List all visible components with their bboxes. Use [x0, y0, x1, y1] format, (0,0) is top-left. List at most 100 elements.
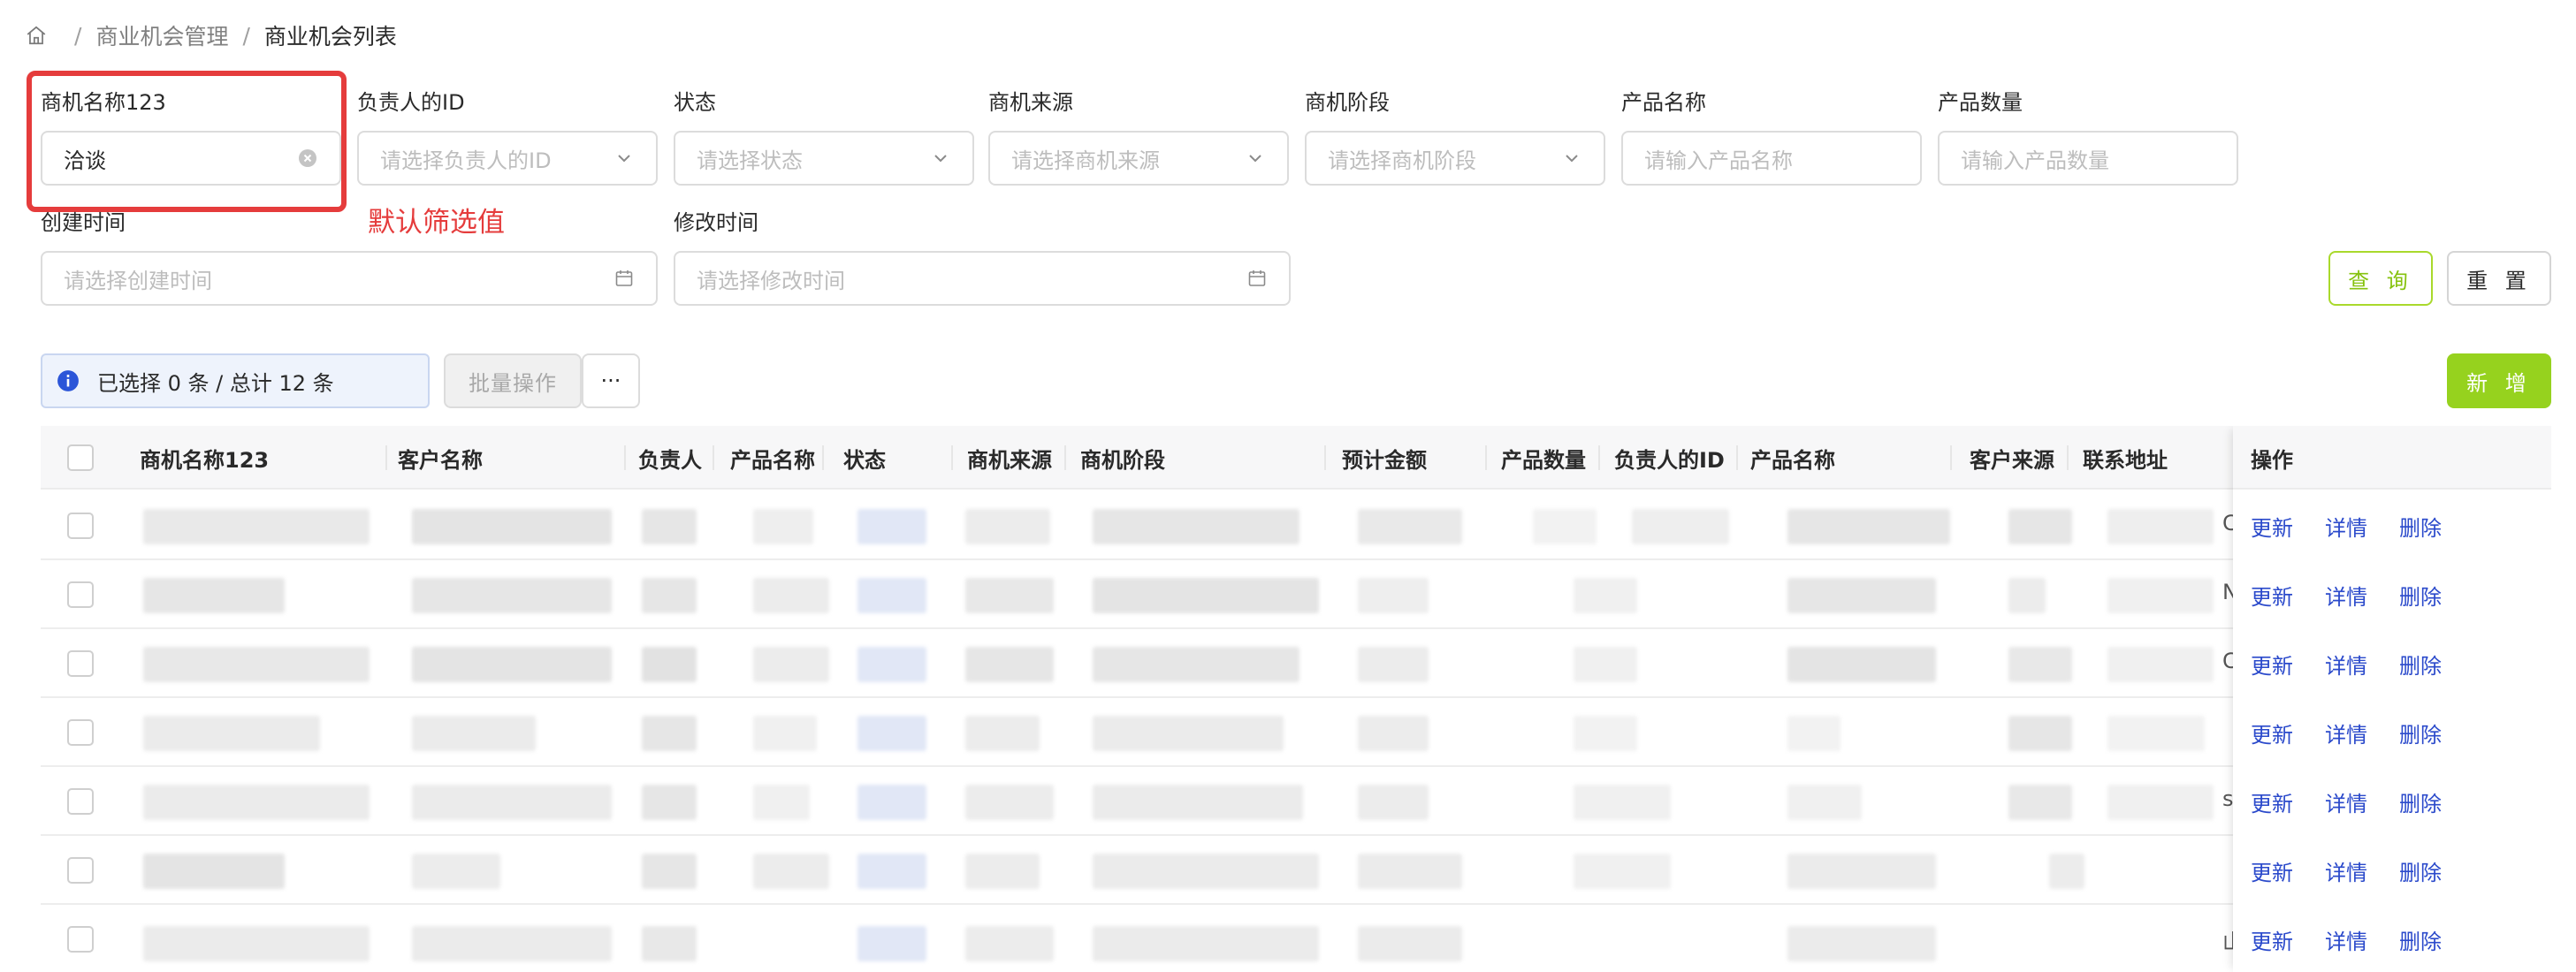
- source-placeholder: 请选择商机来源: [1011, 148, 1160, 173]
- delete-link[interactable]: 删除: [2399, 718, 2442, 748]
- source-label: 商机来源: [988, 90, 1073, 115]
- breadcrumb-separator: /: [74, 22, 82, 49]
- status-placeholder: 请选择状态: [697, 148, 803, 173]
- add-new-button[interactable]: 新 增: [2447, 353, 2551, 408]
- status-select[interactable]: 请选择状态: [674, 131, 974, 186]
- operations-column: 操作 更新 详情 删除 更新 详情 删除 更新 详情 删除 更新 详情 删除 更…: [2233, 426, 2551, 972]
- product-name-input[interactable]: 请输入产品名称: [1621, 131, 1922, 186]
- info-icon: [57, 370, 79, 391]
- update-link[interactable]: 更新: [2251, 786, 2293, 817]
- row-checkbox[interactable]: [67, 926, 94, 953]
- delete-link[interactable]: 删除: [2399, 924, 2442, 955]
- reset-button[interactable]: 重 置: [2447, 251, 2551, 306]
- modified-time-placeholder: 请选择修改时间: [697, 268, 845, 293]
- delete-link[interactable]: 删除: [2399, 580, 2442, 611]
- col-quantity[interactable]: 产品数量: [1501, 426, 1586, 490]
- update-link[interactable]: 更新: [2251, 718, 2293, 748]
- col-owner[interactable]: 负责人: [638, 426, 702, 490]
- detail-link[interactable]: 详情: [2325, 649, 2367, 680]
- col-customer-name[interactable]: 客户名称: [398, 426, 483, 490]
- product-name-placeholder: 请输入产品名称: [1644, 148, 1793, 173]
- owner-id-select[interactable]: 请选择负责人的ID: [357, 131, 658, 186]
- breadcrumb: / 商业机会管理 / 商业机会列表: [25, 19, 397, 51]
- owner-id-label: 负责人的ID: [357, 90, 465, 115]
- delete-link[interactable]: 删除: [2399, 649, 2442, 680]
- table-row[interactable]: 山: [41, 905, 2551, 972]
- row-checkbox[interactable]: [67, 513, 94, 539]
- breadcrumb-separator: /: [242, 22, 250, 49]
- col-amount[interactable]: 预计金额: [1342, 426, 1427, 490]
- col-address[interactable]: 联系地址: [2083, 426, 2168, 490]
- chevron-down-icon: [1249, 155, 1261, 163]
- opportunity-table: 商机名称123 客户名称 负责人 产品名称 状态 商机来源 商机阶段 预计金额 …: [41, 426, 2551, 972]
- detail-link[interactable]: 详情: [2325, 855, 2367, 886]
- update-link[interactable]: 更新: [2251, 511, 2293, 542]
- breadcrumb-item-opp-management[interactable]: 商业机会管理: [95, 19, 228, 51]
- product-quantity-input[interactable]: 请输入产品数量: [1938, 131, 2238, 186]
- table-row[interactable]: [41, 836, 2551, 905]
- created-time-label: 创建时间: [41, 210, 126, 235]
- table-row[interactable]: [41, 698, 2551, 767]
- update-link[interactable]: 更新: [2251, 580, 2293, 611]
- table-row[interactable]: N: [41, 560, 2551, 629]
- product-quantity-label: 产品数量: [1938, 90, 2023, 115]
- detail-link[interactable]: 详情: [2325, 786, 2367, 817]
- batch-operation-button[interactable]: 批量操作: [444, 353, 582, 408]
- col-source[interactable]: 商机来源: [967, 426, 1052, 490]
- col-opp-name[interactable]: 商机名称123: [140, 426, 269, 490]
- row-checkbox[interactable]: [67, 719, 94, 746]
- table-row[interactable]: C: [41, 491, 2551, 560]
- row-checkbox[interactable]: [67, 650, 94, 677]
- selection-info: 已选择 0 条 / 总计 12 条: [41, 353, 430, 408]
- col-stage[interactable]: 商机阶段: [1080, 426, 1165, 490]
- row-checkbox[interactable]: [67, 788, 94, 815]
- highlight-box: [27, 71, 347, 212]
- product-name-label: 产品名称: [1621, 90, 1706, 115]
- update-link[interactable]: 更新: [2251, 924, 2293, 955]
- chevron-down-icon: [1566, 155, 1578, 163]
- col-customer-source[interactable]: 客户来源: [1970, 426, 2054, 490]
- col-product-name[interactable]: 产品名称: [730, 426, 815, 490]
- product-quantity-placeholder: 请输入产品数量: [1961, 148, 2109, 173]
- chevron-down-icon: [934, 155, 947, 163]
- stage-label: 商机阶段: [1305, 90, 1390, 115]
- stage-select[interactable]: 请选择商机阶段: [1305, 131, 1605, 186]
- update-link[interactable]: 更新: [2251, 855, 2293, 886]
- breadcrumb-item-opp-list: 商业机会列表: [263, 24, 397, 49]
- selection-count-text: 已选择 0 条 / 总计 12 条: [97, 370, 334, 396]
- detail-link[interactable]: 详情: [2325, 924, 2367, 955]
- status-label: 状态: [674, 90, 716, 115]
- row-checkbox[interactable]: [67, 857, 94, 884]
- col-owner-id[interactable]: 负责人的ID: [1614, 426, 1725, 490]
- col-status[interactable]: 状态: [843, 426, 886, 490]
- table-header: 商机名称123 客户名称 负责人 产品名称 状态 商机来源 商机阶段 预计金额 …: [41, 426, 2551, 490]
- select-all-checkbox[interactable]: [67, 444, 94, 471]
- more-actions-button[interactable]: ···: [582, 353, 640, 408]
- table-row[interactable]: C: [41, 629, 2551, 698]
- calendar-icon: [1248, 270, 1266, 286]
- truncated-cell-text: s: [2222, 786, 2234, 811]
- calendar-icon: [615, 270, 633, 286]
- stage-placeholder: 请选择商机阶段: [1328, 148, 1476, 173]
- detail-link[interactable]: 详情: [2325, 718, 2367, 748]
- default-filter-annotation: 默认筛选值: [368, 207, 505, 239]
- delete-link[interactable]: 删除: [2399, 786, 2442, 817]
- col-product-name-2[interactable]: 产品名称: [1750, 426, 1835, 490]
- modified-time-label: 修改时间: [674, 210, 758, 235]
- col-operations: 操作: [2251, 447, 2293, 473]
- row-checkbox[interactable]: [67, 581, 94, 608]
- source-select[interactable]: 请选择商机来源: [988, 131, 1289, 186]
- detail-link[interactable]: 详情: [2325, 580, 2367, 611]
- created-time-picker[interactable]: 请选择创建时间: [41, 251, 658, 306]
- delete-link[interactable]: 删除: [2399, 855, 2442, 886]
- delete-link[interactable]: 删除: [2399, 511, 2442, 542]
- query-button[interactable]: 查 询: [2328, 251, 2433, 306]
- modified-time-picker[interactable]: 请选择修改时间: [674, 251, 1291, 306]
- home-icon[interactable]: [25, 24, 48, 47]
- created-time-placeholder: 请选择创建时间: [64, 268, 212, 293]
- chevron-down-icon: [618, 155, 630, 163]
- update-link[interactable]: 更新: [2251, 649, 2293, 680]
- owner-id-placeholder: 请选择负责人的ID: [380, 148, 552, 173]
- table-row[interactable]: s: [41, 767, 2551, 836]
- detail-link[interactable]: 详情: [2325, 511, 2367, 542]
